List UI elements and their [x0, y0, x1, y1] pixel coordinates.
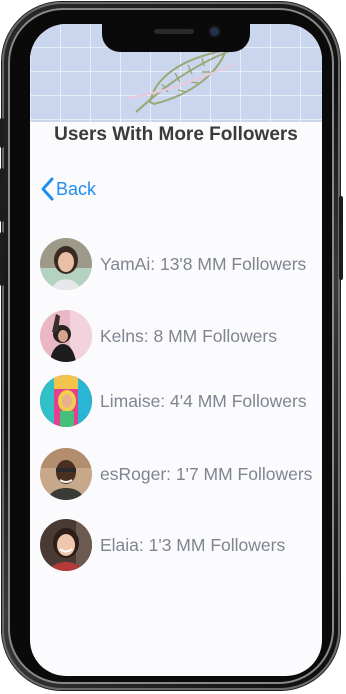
page-title: Users With More Followers [54, 124, 298, 145]
avatar [40, 519, 92, 571]
back-label: Back [56, 178, 97, 199]
chevron-left-icon [41, 177, 54, 201]
avatar [40, 238, 92, 290]
side-button [0, 232, 4, 286]
side-button [339, 196, 343, 280]
avatar [40, 310, 92, 362]
avatar [40, 448, 92, 500]
feather-icon [128, 48, 235, 113]
app-screen: Users With More Followers Back YamAi: 13… [30, 24, 322, 676]
side-button [0, 118, 4, 148]
user-followers-text: Limaise: 4'4 MM Followers [100, 390, 307, 411]
speaker-grille [154, 29, 194, 34]
list-item[interactable]: Kelns: 8 MM Followers [40, 309, 277, 363]
back-button[interactable]: Back [39, 174, 96, 204]
user-followers-text: esRoger: 1'7 MM Followers [100, 463, 313, 484]
avatar [40, 375, 92, 427]
side-button [0, 168, 4, 222]
user-followers-text: Elaia: 1'3 MM Followers [100, 534, 286, 555]
list-item[interactable]: YamAi: 13'8 MM Followers [40, 237, 306, 291]
list-item[interactable]: esRoger: 1'7 MM Followers [40, 447, 312, 501]
user-followers-text: YamAi: 13'8 MM Followers [100, 253, 307, 274]
user-followers-text: Kelns: 8 MM Followers [100, 325, 277, 346]
list-item[interactable]: Elaia: 1'3 MM Followers [40, 518, 285, 572]
list-item[interactable]: Limaise: 4'4 MM Followers [40, 374, 307, 428]
front-camera [210, 27, 219, 36]
phone-notch [102, 24, 250, 52]
